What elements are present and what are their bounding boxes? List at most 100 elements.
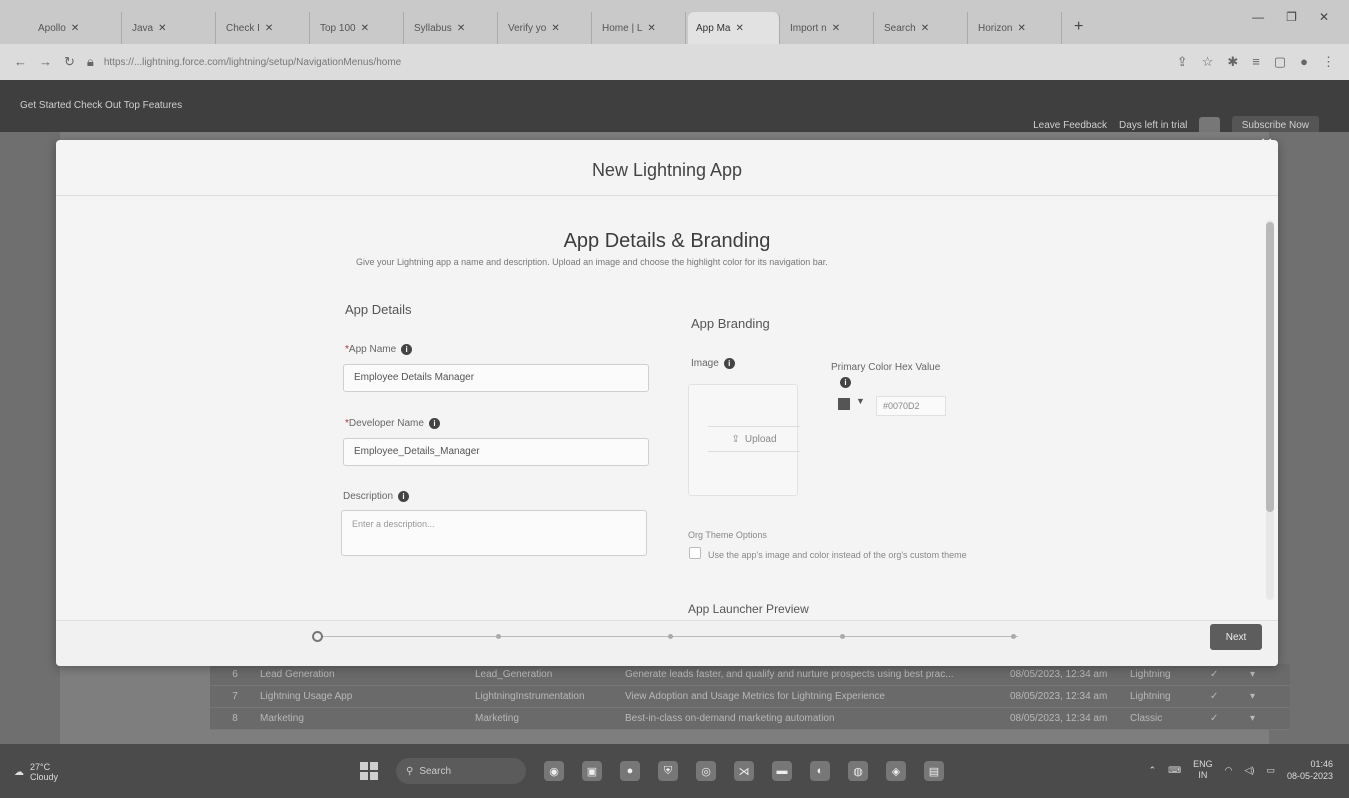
browser-tab-label: Search (884, 22, 916, 34)
app-branding-heading: App Branding (691, 316, 770, 331)
keyboard-icon[interactable]: ⌨ (1168, 765, 1181, 776)
chrome-icon[interactable]: ◎ (696, 761, 716, 781)
start-icon[interactable] (360, 762, 378, 780)
upload-label: Upload (744, 433, 777, 445)
close-tab-icon[interactable]: ✕ (647, 23, 655, 34)
primary-color-input[interactable]: #0070D2 (876, 396, 946, 416)
color-swatch[interactable] (838, 398, 850, 410)
edge-icon[interactable]: ◐ (810, 761, 830, 781)
puzzle-icon[interactable]: ✱ (1227, 54, 1238, 70)
next-button[interactable]: Next (1210, 624, 1262, 650)
table-row[interactable]: 6 Lead Generation Lead_Generation Generate … (210, 664, 1290, 686)
browser-tab[interactable]: App Ma ✕ (688, 12, 780, 44)
app-icon[interactable]: ◍ (848, 761, 868, 781)
info-icon[interactable]: i (401, 344, 413, 355)
language-indicator[interactable]: ENG IN (1193, 759, 1213, 781)
menu-icon[interactable]: ⋮ (1322, 54, 1335, 70)
close-tab-icon[interactable]: ✕ (551, 23, 559, 34)
shield-icon[interactable]: ⛨ (658, 761, 678, 781)
taskbar-search[interactable]: ⚲ Search (396, 758, 526, 784)
copilot-icon[interactable]: ◉ (544, 761, 564, 781)
leave-feedback-link[interactable]: Leave Feedback (1033, 120, 1107, 131)
developer-name-input[interactable]: Employee_Details_Manager (343, 438, 649, 466)
browser-tab[interactable]: Apollo ✕ (30, 12, 122, 44)
browser-tab[interactable]: Verify yo ✕ (500, 12, 592, 44)
chevron-down-icon[interactable]: ▼ (856, 396, 865, 406)
forward-icon[interactable]: → (39, 54, 52, 70)
app-icon[interactable]: ▤ (924, 761, 944, 781)
table-cell-label[interactable]: Lightning Usage App (260, 691, 475, 702)
vscode-icon[interactable]: ⋊ (734, 761, 754, 781)
browser-tab[interactable]: Java ✕ (124, 12, 216, 44)
close-tab-icon[interactable]: ✕ (735, 23, 743, 34)
browser-tab[interactable]: Search ✕ (876, 12, 968, 44)
org-theme-checkbox[interactable] (689, 547, 701, 559)
sf-header-left[interactable]: Get Started Check Out Top Features (20, 100, 182, 111)
reload-icon[interactable]: ↻ (64, 54, 75, 70)
info-icon[interactable]: i (723, 358, 735, 369)
close-tab-icon[interactable]: ✕ (265, 23, 273, 34)
browser-tab[interactable]: Syllabus ✕ (406, 12, 498, 44)
restore-icon[interactable]: ❐ (1286, 10, 1297, 24)
reading-list-icon[interactable]: ≡ (1252, 54, 1260, 70)
row-menu-icon[interactable]: ▾ (1250, 669, 1255, 680)
close-tab-icon[interactable]: ✕ (71, 23, 79, 34)
table-cell-label[interactable]: Lead Generation (260, 669, 475, 680)
close-tab-icon[interactable]: ✕ (1017, 23, 1025, 34)
image-label-text: Image (691, 358, 719, 369)
browser-tab-label: Top 100 (320, 22, 356, 34)
back-icon[interactable]: ← (14, 54, 27, 70)
table-row[interactable]: 7 Lightning Usage App LightningInstrumenta… (210, 686, 1290, 708)
close-tab-icon[interactable]: ✕ (158, 23, 166, 34)
modal-title: New Lightning App (56, 140, 1278, 196)
sidebar-icon[interactable]: ▢ (1274, 54, 1286, 70)
task-view-icon[interactable]: ▣ (582, 761, 602, 781)
volume-icon[interactable]: ◁) (1245, 765, 1255, 776)
profile-icon[interactable]: ● (1300, 54, 1308, 70)
new-tab-icon[interactable]: + (1064, 18, 1093, 44)
browser-tab[interactable]: Check I ✕ (218, 12, 310, 44)
developer-name-label-text: Developer Name (348, 418, 424, 429)
chevron-up-icon[interactable]: ⌃ (1149, 765, 1157, 776)
weather-widget[interactable]: ☁ 27°C Cloudy (14, 762, 58, 782)
browser-tab[interactable]: Top 100 ✕ (312, 12, 404, 44)
close-window-icon[interactable]: ✕ (1319, 10, 1329, 24)
battery-icon[interactable]: ▭ (1266, 765, 1275, 776)
app-name-input[interactable]: Employee Details Manager (343, 364, 649, 392)
close-tab-icon[interactable]: ✕ (361, 23, 369, 34)
info-icon[interactable]: i (428, 418, 440, 429)
table-cell-label[interactable]: Marketing (260, 713, 475, 724)
language-top: ENG (1193, 759, 1213, 769)
camera-icon[interactable]: ● (620, 761, 640, 781)
row-menu-icon[interactable]: ▾ (1250, 691, 1255, 702)
org-theme-checkbox-text: Use the app's image and color instead of… (708, 550, 967, 560)
browser-tab[interactable]: Import n ✕ (782, 12, 874, 44)
language-bottom: IN (1198, 770, 1208, 780)
row-menu-icon[interactable]: ▾ (1250, 713, 1255, 724)
table-row[interactable]: 8 Marketing Marketing Best-in-class on-dema… (210, 708, 1290, 730)
app-icon[interactable]: ◈ (886, 761, 906, 781)
browser-tab-bar: Apollo ✕ Java ✕ Check I ✕ Top 100 ✕ Syllabus ✕ Ver… (0, 0, 1349, 44)
clock[interactable]: 01:46 08-05-2023 (1287, 758, 1333, 782)
close-tab-icon[interactable]: ✕ (832, 23, 840, 34)
browser-tab[interactable]: Horizon ✕ (970, 12, 1062, 44)
scrollbar-thumb[interactable] (1266, 222, 1274, 512)
star-icon[interactable]: ☆ (1202, 54, 1214, 70)
share-icon[interactable]: ⇪ (1177, 54, 1188, 70)
weather-text: Cloudy (30, 772, 59, 782)
info-icon[interactable]: i (398, 491, 410, 502)
close-tab-icon[interactable]: ✕ (921, 23, 929, 34)
progress-step (496, 634, 501, 639)
close-tab-icon[interactable]: ✕ (457, 23, 465, 34)
wifi-icon[interactable]: ◠ (1225, 765, 1233, 776)
browser-tab[interactable]: Home | L ✕ (594, 12, 686, 44)
table-cell-num: 7 (232, 691, 238, 702)
url-field[interactable]: https://...lightning.force.com/lightning… (104, 57, 1167, 68)
upload-icon: ⇪ (731, 433, 740, 445)
upload-button[interactable]: ⇪ Upload (708, 426, 800, 452)
minimize-icon[interactable]: — (1252, 10, 1264, 24)
info-icon[interactable]: i (840, 377, 851, 388)
description-textarea[interactable]: Enter a description... (341, 510, 647, 556)
image-label: Image i (691, 358, 735, 369)
folder-icon[interactable]: ▬ (772, 761, 792, 781)
